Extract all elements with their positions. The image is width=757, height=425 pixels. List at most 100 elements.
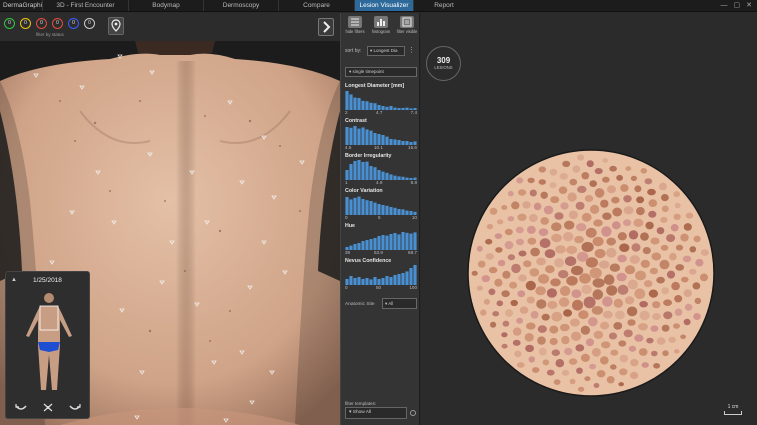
lesion-thumbnail[interactable]: [589, 204, 600, 214]
lesion-thumbnail[interactable]: [546, 369, 555, 376]
lesion-thumbnail[interactable]: [516, 177, 524, 184]
histogram-bar[interactable]: [361, 100, 365, 110]
lesion-thumbnail[interactable]: [634, 185, 642, 193]
lesion-thumbnail[interactable]: [658, 182, 667, 191]
histogram-bar[interactable]: [373, 167, 377, 180]
lesion-thumbnail[interactable]: [555, 359, 565, 368]
lesion-thumbnail[interactable]: [564, 256, 577, 267]
lesion-thumbnail[interactable]: [589, 363, 597, 370]
lesion-thumbnail[interactable]: [566, 245, 578, 255]
lesion-thumbnail[interactable]: [515, 238, 525, 246]
lesion-thumbnail[interactable]: [666, 234, 676, 243]
lesion-thumbnail[interactable]: [564, 220, 575, 230]
histogram-bar[interactable]: [385, 136, 389, 145]
lesion-thumbnail[interactable]: [518, 189, 527, 196]
lesion-thumbnail[interactable]: [581, 284, 592, 294]
lesion-thumbnail[interactable]: [656, 337, 666, 345]
histogram-hue[interactable]: Hue 39 53.9 68.7: [345, 222, 417, 256]
lesion-thumbnail[interactable]: [546, 288, 557, 298]
lesion-thumbnail[interactable]: [602, 212, 612, 220]
lesion-thumbnail[interactable]: [507, 254, 516, 261]
lesion-thumbnail[interactable]: [562, 232, 574, 242]
histogram-bars[interactable]: [345, 160, 417, 180]
lesion-thumbnail[interactable]: [561, 335, 570, 345]
lesion-thumbnail[interactable]: [483, 298, 490, 305]
lesion-thumbnail[interactable]: [504, 241, 514, 250]
maximize-icon[interactable]: ▢: [734, 0, 741, 11]
lesion-thumbnail[interactable]: [554, 212, 564, 220]
histogram-bar[interactable]: [349, 94, 353, 110]
histogram-bar[interactable]: [353, 126, 357, 145]
lesion-thumbnail[interactable]: [516, 317, 524, 324]
lesion-thumbnail[interactable]: [700, 249, 709, 256]
lesion-thumbnail[interactable]: [683, 289, 692, 297]
lesion-thumbnail[interactable]: [620, 184, 629, 192]
lesion-thumbnail[interactable]: [656, 276, 665, 284]
histogram-bar[interactable]: [377, 170, 381, 180]
histogram-button[interactable]: histogram: [369, 16, 393, 34]
lesion-thumbnail[interactable]: [568, 210, 578, 220]
lesion-thumbnail[interactable]: [685, 212, 694, 219]
lesion-thumbnail[interactable]: [661, 324, 670, 332]
lesion-cluster-disc[interactable]: [441, 145, 741, 401]
lesion-thumbnail[interactable]: [661, 287, 669, 295]
tab-dermoscopy[interactable]: Dermoscopy: [203, 0, 278, 11]
lesion-thumbnail[interactable]: [606, 285, 618, 296]
lesion-thumbnail[interactable]: [617, 254, 627, 263]
lesion-thumbnail[interactable]: [553, 379, 561, 385]
histogram-bar[interactable]: [401, 232, 405, 250]
filter-visible-button[interactable]: filter visible: [395, 16, 419, 34]
histogram-bar[interactable]: [361, 162, 365, 180]
lesion-thumbnail[interactable]: [610, 364, 617, 370]
histogram-bar[interactable]: [377, 236, 381, 250]
histogram-bar[interactable]: [389, 207, 393, 215]
histogram-bars[interactable]: [345, 195, 417, 215]
lesion-thumbnail[interactable]: [594, 248, 606, 259]
lesion-thumbnail[interactable]: [628, 230, 639, 240]
lesion-thumbnail[interactable]: [623, 329, 633, 338]
lesion-thumbnail[interactable]: [526, 296, 535, 304]
lesion-thumbnail[interactable]: [660, 244, 669, 251]
lesion-thumbnail[interactable]: [564, 347, 573, 356]
lesion-thumbnail[interactable]: [501, 205, 508, 210]
lesion-thumbnail[interactable]: [619, 243, 630, 252]
histogram-bars[interactable]: [345, 125, 417, 145]
lesion-thumbnail[interactable]: [485, 253, 494, 260]
histogram-bar[interactable]: [369, 166, 373, 180]
lesion-thumbnail[interactable]: [476, 285, 483, 291]
lesion-thumbnail[interactable]: [538, 228, 549, 236]
lesion-thumbnail[interactable]: [561, 369, 570, 376]
lesion-thumbnail[interactable]: [529, 189, 537, 197]
lesion-thumbnail[interactable]: [527, 237, 537, 245]
lesion-thumbnail[interactable]: [593, 330, 604, 339]
lesion-thumbnail[interactable]: [585, 227, 597, 238]
lesion-thumbnail[interactable]: [576, 223, 587, 232]
histogram-bar[interactable]: [357, 196, 361, 215]
lesion-thumbnail[interactable]: [631, 243, 641, 252]
lesion-thumbnail[interactable]: [689, 246, 697, 253]
rotate-left-button[interactable]: [14, 402, 28, 413]
lesion-thumbnail[interactable]: [674, 349, 680, 354]
center-view-button[interactable]: [41, 402, 55, 413]
lesion-thumbnail[interactable]: [624, 265, 636, 275]
histogram-bar[interactable]: [409, 233, 413, 250]
lesion-thumbnail[interactable]: [571, 289, 582, 298]
histogram-nevus-confidence[interactable]: Nevus Confidence 0 50 100: [345, 257, 417, 291]
lesion-thumbnail[interactable]: [661, 194, 669, 202]
lesion-thumbnail[interactable]: [617, 232, 627, 241]
lesion-thumbnail[interactable]: [505, 309, 514, 317]
lesion-thumbnail[interactable]: [574, 235, 584, 244]
lesion-thumbnail[interactable]: [627, 319, 636, 326]
lesion-thumbnail[interactable]: [682, 255, 692, 263]
histogram-bar[interactable]: [353, 97, 357, 110]
lesion-thumbnail[interactable]: [640, 259, 650, 268]
lesion-thumbnail[interactable]: [576, 367, 583, 374]
lesion-thumbnail[interactable]: [653, 363, 661, 369]
lesion-thumbnail[interactable]: [581, 241, 594, 253]
histogram-bar[interactable]: [397, 274, 401, 285]
histogram-bar[interactable]: [361, 199, 365, 215]
lesion-thumbnail[interactable]: [540, 191, 548, 199]
lesion-thumbnail[interactable]: [627, 279, 638, 290]
lesion-thumbnail[interactable]: [581, 172, 590, 180]
histogram-bar[interactable]: [413, 265, 417, 285]
